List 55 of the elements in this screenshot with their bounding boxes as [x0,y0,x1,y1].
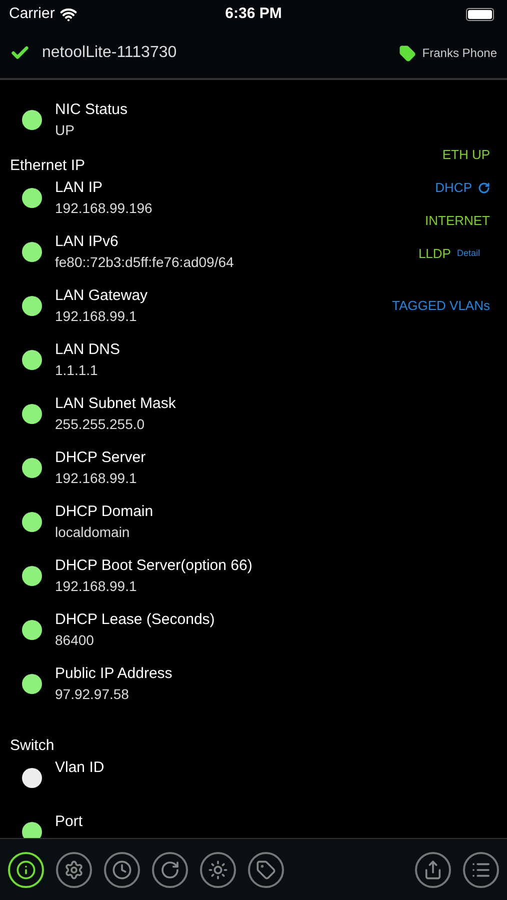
field-label: Port [55,812,83,832]
status-indicator[interactable]: LLDP [418,244,451,264]
tag-button[interactable] [248,852,284,888]
field-value: UP [55,121,76,140]
field-label: LAN IPv6 [55,232,120,252]
field-label: NIC Status [55,100,128,120]
detail-link[interactable]: Detail [456,246,480,260]
device-title: netoolLite-1113730 [42,43,177,63]
battery-icon [466,8,494,20]
wifi-icon [60,6,77,22]
status-indicator[interactable]: TAGGED VLANs [392,296,490,316]
sun-icon [208,860,228,880]
sun-button[interactable] [200,852,236,888]
tag-icon [256,860,276,880]
refresh-button[interactable] [152,852,188,888]
status-indicator[interactable]: DHCP [435,178,472,198]
info-icon [16,860,36,880]
field-value: 192.168.99.1 [55,577,138,596]
field-value: 86400 [55,631,95,650]
field-value: 97.92.97.58 [55,685,130,704]
field-label: DHCP Server [55,448,146,468]
field-value: 192.168.99.1 [55,469,138,488]
refresh-icon[interactable] [478,182,490,194]
field-value: 192.168.99.1 [55,307,138,326]
phone-name: Franks Phone [422,45,497,62]
clock-icon [112,860,132,880]
field-label: DHCP Domain [55,502,154,522]
field-label: LAN Subnet Mask [55,394,176,414]
clock-button[interactable] [104,852,140,888]
section-heading: Ethernet IP [9,156,86,176]
info-button[interactable] [8,852,44,888]
field-value: 192.168.99.196 [55,199,152,218]
status-indicator[interactable]: ETH UP [442,144,490,164]
field-value: fe80::72b3:d5ff:fe76:ad09/64 [55,253,234,272]
status-indicator[interactable]: INTERNET [425,210,490,230]
field-label: LAN Gateway [55,286,148,306]
field-label: DHCP Lease (Seconds) [55,610,215,630]
section-heading: Switch [9,736,56,756]
clock-time: 6:36 PM [225,4,282,24]
field-value: 255.255.255.0 [55,415,146,434]
share-icon [423,860,443,880]
tag-icon [399,44,416,62]
field-label: Public IP Address [55,664,172,684]
field-label: LAN IP [55,178,104,198]
share-button[interactable] [415,852,451,888]
settings-icon [64,860,84,880]
field-label: Vlan ID [55,758,104,778]
field-label: DHCP Boot Server(option 66) [55,556,252,576]
list-button[interactable] [463,852,499,888]
field-value: 1.1.1.1 [55,361,99,380]
refresh-icon [160,860,180,880]
field-value: localdomain [55,523,131,542]
settings-button[interactable] [56,852,92,888]
carrier-label: Carrier [9,4,55,24]
field-label: LAN DNS [55,340,120,360]
